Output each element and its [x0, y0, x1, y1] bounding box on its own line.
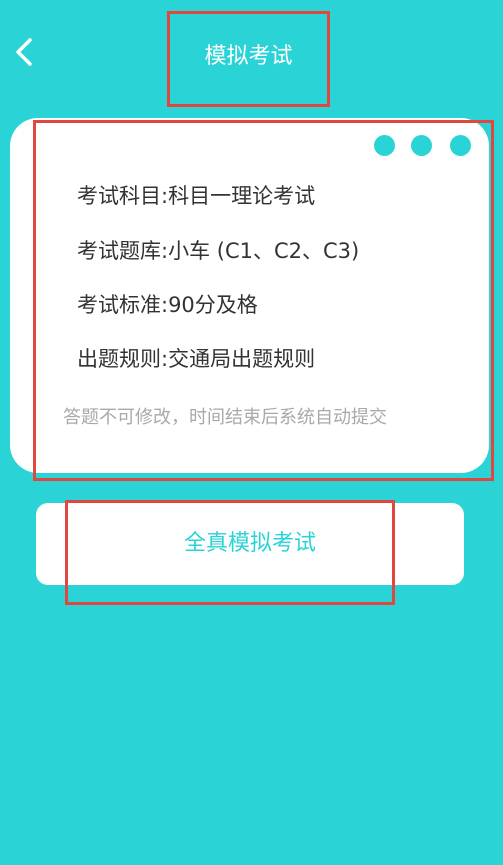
exam-info-card: 考试科目:科目一理论考试 考试题库:小车 (C1、C2、C3) 考试标准:90分… — [10, 118, 489, 473]
exam-subject: 考试科目:科目一理论考试 — [77, 184, 316, 208]
start-mock-exam-label: 全真模拟考试 — [183, 531, 316, 556]
exam-question-bank: 考试题库:小车 (C1、C2、C3) — [77, 239, 360, 263]
exam-note: 答题不可修改，时间结束后系统自动提交 — [63, 407, 387, 428]
page-title: 模拟考试 — [204, 44, 293, 69]
exam-rules: 出题规则:交通局出题规则 — [77, 347, 316, 371]
exam-standard: 考试标准:90分及格 — [77, 293, 258, 317]
decorative-dot — [374, 135, 395, 156]
start-mock-exam-button[interactable]: 全真模拟考试 — [36, 503, 464, 585]
decorative-dot — [450, 135, 471, 156]
title-highlight: 模拟考试 — [167, 11, 330, 107]
decorative-dot — [411, 135, 432, 156]
back-button[interactable] — [8, 32, 40, 72]
chevron-left-icon — [16, 38, 32, 66]
